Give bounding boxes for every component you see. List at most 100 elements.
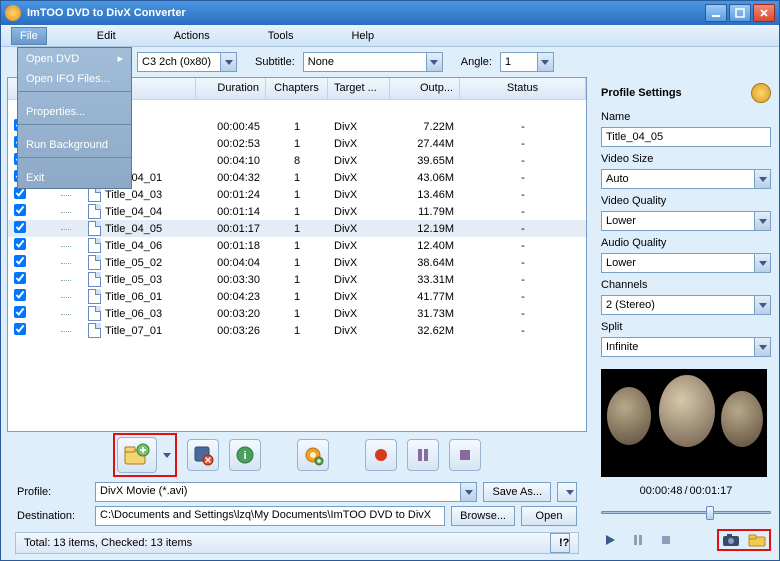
row-chapters: 1 <box>266 121 328 133</box>
row-output: 7.22M <box>390 121 460 133</box>
minimize-button[interactable] <box>705 4 727 22</box>
row-output: 33.31M <box>390 274 460 286</box>
row-checkbox[interactable] <box>14 272 26 284</box>
svg-text:i: i <box>243 450 246 462</box>
row-checkbox[interactable] <box>14 238 26 250</box>
row-duration: 00:04:32 <box>196 172 266 184</box>
menu-open-dvd[interactable]: Open DVD▸ <box>18 48 131 69</box>
snapshot-button[interactable] <box>722 532 740 548</box>
file-icon <box>88 187 101 202</box>
col-duration[interactable]: Duration <box>196 78 266 99</box>
split-combo[interactable]: Infinite <box>601 337 771 357</box>
menu-file[interactable]: File <box>11 27 47 45</box>
menu-properties[interactable]: Properties... <box>18 102 131 122</box>
col-status[interactable]: Status <box>460 78 586 99</box>
profile-extra-button[interactable] <box>557 482 577 502</box>
pause-button[interactable] <box>407 439 439 471</box>
seek-slider[interactable] <box>601 505 771 519</box>
table-row[interactable]: Title_05_0300:03:301DivX33.31M- <box>8 271 586 288</box>
maximize-button[interactable] <box>729 4 751 22</box>
gear-icon[interactable] <box>751 83 771 103</box>
row-output: 38.64M <box>390 257 460 269</box>
row-checkbox[interactable] <box>14 255 26 267</box>
file-icon <box>88 221 101 236</box>
row-checkbox[interactable] <box>14 323 26 335</box>
row-target: DivX <box>328 155 390 167</box>
remove-button[interactable] <box>187 439 219 471</box>
angle-combo[interactable]: 1 <box>500 52 554 72</box>
row-checkbox[interactable] <box>14 204 26 216</box>
row-checkbox[interactable] <box>14 221 26 233</box>
table-row[interactable]: Title_04_0400:01:141DivX11.79M- <box>8 203 586 220</box>
row-chapters: 1 <box>266 308 328 320</box>
preview-pause-button[interactable] <box>629 532 647 548</box>
col-target[interactable]: Target ... <box>328 78 390 99</box>
menu-help[interactable]: Help <box>343 28 382 44</box>
channels-combo[interactable]: 2 (Stereo) <box>601 295 771 315</box>
snapshot-folder-button[interactable] <box>748 532 766 548</box>
saveas-button[interactable]: Save As... <box>483 482 551 502</box>
table-row[interactable]: Title_05_0200:04:041DivX38.64M- <box>8 254 586 271</box>
info-button[interactable]: i <box>229 439 261 471</box>
app-logo-icon <box>5 5 21 21</box>
row-target: DivX <box>328 291 390 303</box>
row-duration: 00:04:04 <box>196 257 266 269</box>
aquality-combo[interactable]: Lower <box>601 253 771 273</box>
settings-button[interactable] <box>297 439 329 471</box>
vquality-label: Video Quality <box>601 195 771 207</box>
row-chapters: 1 <box>266 138 328 150</box>
row-chapters: 1 <box>266 274 328 286</box>
row-status: - <box>460 291 586 303</box>
table-row[interactable]: Title_04_0600:01:181DivX12.40M- <box>8 237 586 254</box>
table-row[interactable]: Title_07_0100:03:261DivX32.62M- <box>8 322 586 339</box>
status-warn-button[interactable]: !? <box>550 533 570 553</box>
profile-combo[interactable]: DivX Movie (*.avi) <box>95 482 477 502</box>
table-row[interactable]: Title_06_0300:03:201DivX31.73M- <box>8 305 586 322</box>
menu-actions[interactable]: Actions <box>166 28 218 44</box>
row-status: - <box>460 189 586 201</box>
menu-exit[interactable]: Exit <box>18 168 131 188</box>
close-button[interactable] <box>753 4 775 22</box>
name-input[interactable]: Title_04_05 <box>601 127 771 147</box>
subtitle-combo[interactable]: None <box>303 52 443 72</box>
row-status: - <box>460 257 586 269</box>
menu-run-background[interactable]: Run Background <box>18 135 131 155</box>
col-output[interactable]: Outp... <box>390 78 460 99</box>
record-button[interactable] <box>365 439 397 471</box>
row-status: - <box>460 274 586 286</box>
split-label: Split <box>601 321 771 333</box>
row-checkbox[interactable] <box>14 289 26 301</box>
menu-open-ifo[interactable]: Open IFO Files... <box>18 69 131 89</box>
row-duration: 00:03:26 <box>196 325 266 337</box>
menu-edit[interactable]: Edit <box>89 28 124 44</box>
table-row[interactable]: Title_06_0100:04:231DivX41.77M- <box>8 288 586 305</box>
table-row[interactable]: Title_04_0500:01:171DivX12.19M- <box>8 220 586 237</box>
row-output: 39.65M <box>390 155 460 167</box>
play-button[interactable] <box>601 532 619 548</box>
open-dest-button[interactable]: Open <box>521 506 577 526</box>
add-dvd-button[interactable] <box>117 437 157 473</box>
menu-tools[interactable]: Tools <box>260 28 302 44</box>
row-status: - <box>460 308 586 320</box>
row-chapters: 1 <box>266 172 328 184</box>
row-chapters: 1 <box>266 223 328 235</box>
col-chapters[interactable]: Chapters <box>266 78 328 99</box>
codec-combo[interactable]: C3 2ch (0x80) <box>137 52 237 72</box>
row-duration: 00:03:20 <box>196 308 266 320</box>
highlight-snapshot-box <box>717 529 771 551</box>
row-duration: 00:00:45 <box>196 121 266 133</box>
destination-input[interactable]: C:\Documents and Settings\lzq\My Documen… <box>95 506 445 526</box>
file-icon <box>88 238 101 253</box>
row-target: DivX <box>328 240 390 252</box>
aquality-label: Audio Quality <box>601 237 771 249</box>
browse-button[interactable]: Browse... <box>451 506 515 526</box>
row-checkbox[interactable] <box>14 306 26 318</box>
row-output: 12.40M <box>390 240 460 252</box>
vquality-combo[interactable]: Lower <box>601 211 771 231</box>
row-target: DivX <box>328 138 390 150</box>
stop-button[interactable] <box>449 439 481 471</box>
action-toolbar: i <box>7 432 587 478</box>
videosize-combo[interactable]: Auto <box>601 169 771 189</box>
row-duration: 00:02:53 <box>196 138 266 150</box>
preview-stop-button[interactable] <box>657 532 675 548</box>
